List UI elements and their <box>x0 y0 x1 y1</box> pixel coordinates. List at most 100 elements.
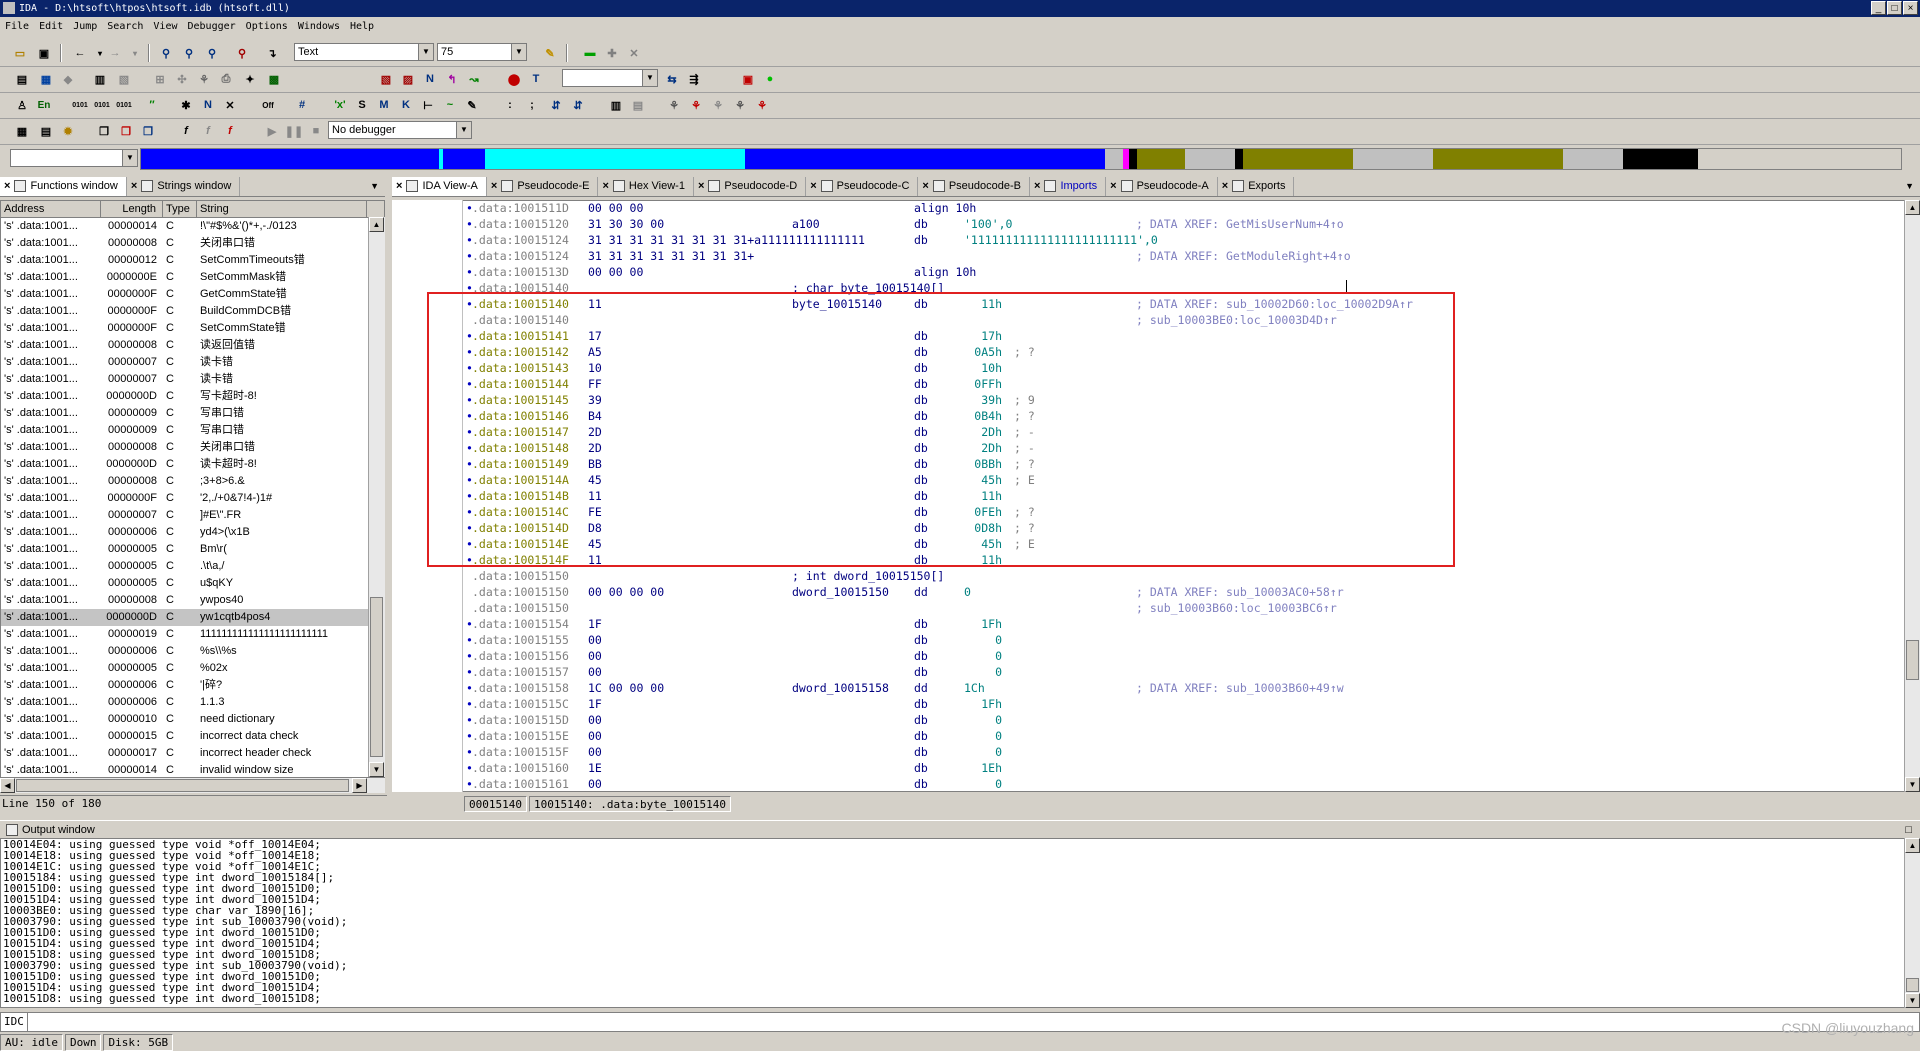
tab-pseudocode-c[interactable]: × Pseudocode-C <box>806 176 919 196</box>
play-icon[interactable]: ▶ <box>262 121 282 141</box>
cross-icon[interactable]: ✕ <box>624 43 644 63</box>
offset-icon[interactable]: Off <box>258 95 278 115</box>
chevron-down-icon[interactable]: ▼ <box>1905 181 1920 191</box>
strings-row[interactable]: 's' .data:1001... 00000017 Cincorrect head… <box>1 745 384 762</box>
disasm-line[interactable]: • .data:1001515D 00 db 0 <box>466 712 1896 728</box>
disasm-line[interactable]: • .data:10015158 1C 00 00 00 dword_10015158… <box>466 680 1896 696</box>
menu-search[interactable]: Search <box>102 17 148 36</box>
db-icon[interactable]: ▤ <box>36 121 56 141</box>
close-icon[interactable]: × <box>1034 180 1040 192</box>
tools-icon[interactable]: ✦ <box>240 69 260 89</box>
scroll-up-icon[interactable]: ▲ <box>1905 200 1920 215</box>
strings-row[interactable]: 's' .data:1001... 00000008 C 关闭串口错 <box>1 439 384 456</box>
tree-d-icon[interactable]: ⚘ <box>730 95 750 115</box>
breakpoint-icon[interactable]: ⬤ <box>504 69 524 89</box>
menu-help[interactable]: Help <box>345 17 379 36</box>
flow-icon[interactable]: ↝ <box>464 69 484 89</box>
scroll-thumb[interactable] <box>370 597 383 757</box>
close-icon[interactable]: × <box>491 180 497 192</box>
debugger-select[interactable]: No debugger ▼ <box>328 121 472 139</box>
disasm-line[interactable]: • .data:10015156 00 db 0 <box>466 648 1896 664</box>
close-icon[interactable]: × <box>602 180 608 192</box>
strings-row[interactable]: 's' .data:1001... 0000000D C 写卡超时-8! <box>1 388 384 405</box>
tilde-icon[interactable]: ~ <box>440 95 460 115</box>
strings-row[interactable]: 's' .data:1001... 0000000D C 读卡超时-8! <box>1 456 384 473</box>
menu-options[interactable]: Options <box>241 17 293 36</box>
navigation-band[interactable] <box>140 148 1902 170</box>
colon-icon[interactable]: : <box>500 95 520 115</box>
chevron-down-icon[interactable]: ▼ <box>122 150 137 166</box>
segments-icon[interactable]: ▥ <box>90 69 110 89</box>
code-icon[interactable]: 0101 <box>70 95 90 115</box>
disasm-line[interactable]: • .data:1001515C 1F db 1Fh <box>466 696 1896 712</box>
windows-icon[interactable]: ❐ <box>94 121 114 141</box>
view-mode-select[interactable]: Text ▼ <box>294 43 434 61</box>
hex-view-icon[interactable]: ▦ <box>36 69 56 89</box>
menu-debugger[interactable]: Debugger <box>183 17 241 36</box>
strings-row[interactable]: 's' .data:1001... 0000000F C BuildCommDCB错 <box>1 303 384 320</box>
scroll-down-icon[interactable]: ▼ <box>1905 993 1920 1008</box>
strings-row[interactable]: 's' .data:1001... 0000000F C SetCommState错 <box>1 320 384 337</box>
disasm-line[interactable]: • .data:10015155 00 db 0 <box>466 632 1896 648</box>
minimize-button[interactable]: _ <box>1871 1 1886 15</box>
tab-functions-window[interactable]: × Functions window <box>0 176 127 196</box>
chart-icon[interactable]: ▤ <box>628 95 648 115</box>
search-text-icon[interactable]: ⚲ <box>179 43 199 63</box>
tree-e-icon[interactable]: ⚘ <box>752 95 772 115</box>
maximize-button[interactable]: □ <box>1887 1 1902 15</box>
output-window[interactable]: 10014E04: using guessed type void *off_1… <box>0 838 1920 1008</box>
strings-row[interactable]: 's' .data:1001... 00000005 C Bm\r( <box>1 541 384 558</box>
disasm-line[interactable]: • .data:10015120 31 30 30 00 a100 db '100',0;… <box>466 216 1896 232</box>
menu-file[interactable]: File <box>0 17 34 36</box>
strings-row[interactable]: 's' .data:1001... 00000014 C !\"#$%&'()*+,-… <box>1 218 384 235</box>
scroll-up-icon[interactable]: ▲ <box>369 217 384 232</box>
strings-row[interactable]: 's' .data:1001... 00000008 Cywpos40 <box>1 592 384 609</box>
hash-icon[interactable]: # <box>292 95 312 115</box>
menu-view[interactable]: View <box>148 17 182 36</box>
grid-icon[interactable]: ▩ <box>264 69 284 89</box>
hscroll-thumb[interactable] <box>16 779 349 792</box>
strings-row[interactable]: 's' .data:1001... 00000010 Cneed dictionar… <box>1 711 384 728</box>
segment-m-icon[interactable]: M <box>374 95 394 115</box>
disasm-line[interactable]: • .data:10015124 31 31 31 31 31 31 31 31+;… <box>466 248 1896 264</box>
calc-icon[interactable]: ▦ <box>12 121 32 141</box>
menu-windows[interactable]: Windows <box>293 17 345 36</box>
tab-imports[interactable]: × Imports <box>1030 176 1107 196</box>
tab-strings-window[interactable]: × Strings window <box>127 176 241 196</box>
address-select[interactable]: ▼ <box>562 69 658 87</box>
strings-row[interactable]: 's' .data:1001... 00000009 C 写串口错 <box>1 405 384 422</box>
tab-hex-view-1[interactable]: × Hex View-1 <box>598 176 694 196</box>
semicolon-icon[interactable]: ; <box>522 95 542 115</box>
strings-row[interactable]: 's' .data:1001... 00000007 C 读卡错 <box>1 354 384 371</box>
function-icon[interactable]: f <box>176 121 196 141</box>
disasm-line[interactable]: • .data:10015157 00 db 0 <box>466 664 1896 680</box>
chevron-down-icon[interactable]: ▼ <box>642 70 657 86</box>
data-icon[interactable]: 0101 <box>92 95 112 115</box>
disasm-line[interactable]: .data:10015150 ; int dword_10015150[] <box>466 568 1896 584</box>
strings-row[interactable]: 's' .data:1001... 00000006 C 1.1.3 <box>1 694 384 711</box>
menu-jump[interactable]: Jump <box>68 17 102 36</box>
scroll-thumb[interactable] <box>1906 978 1919 992</box>
comment-icon[interactable]: ↰ <box>442 69 462 89</box>
text-icon[interactable]: T <box>526 69 546 89</box>
segment-s-icon[interactable]: S <box>352 95 372 115</box>
green-light-icon[interactable]: ● <box>760 69 780 89</box>
save-icon[interactable]: ▣ <box>34 43 54 63</box>
jump-address-icon[interactable]: ⇆ <box>662 69 682 89</box>
tab-pseudocode-d[interactable]: × Pseudocode-D <box>694 176 807 196</box>
close-icon[interactable]: × <box>4 180 10 192</box>
goto-icon[interactable]: ⇶ <box>684 69 704 89</box>
restore-icon[interactable]: □ <box>1905 821 1912 839</box>
structures-icon[interactable]: ◆ <box>58 69 78 89</box>
close-icon[interactable]: × <box>922 180 928 192</box>
tree-b-icon[interactable]: ⚘ <box>686 95 706 115</box>
disasm-line[interactable]: • .data:10015161 00 db 0 <box>466 776 1896 792</box>
char-icon[interactable]: 'x' <box>330 95 350 115</box>
tree-icon[interactable]: ⚘ <box>194 69 214 89</box>
new-window-icon[interactable]: ▤ <box>12 69 32 89</box>
forward-arrow-icon[interactable]: → <box>105 43 125 63</box>
jump-icon[interactable]: ↴ <box>262 43 282 63</box>
strings-row[interactable]: 's' .data:1001... 0000000D Cyw1cqtb4pos4 <box>1 609 384 626</box>
stop-icon[interactable]: ▣ <box>738 69 758 89</box>
disasm-line[interactable]: • .data:1001513D 00 00 00 align 10h <box>466 264 1896 280</box>
